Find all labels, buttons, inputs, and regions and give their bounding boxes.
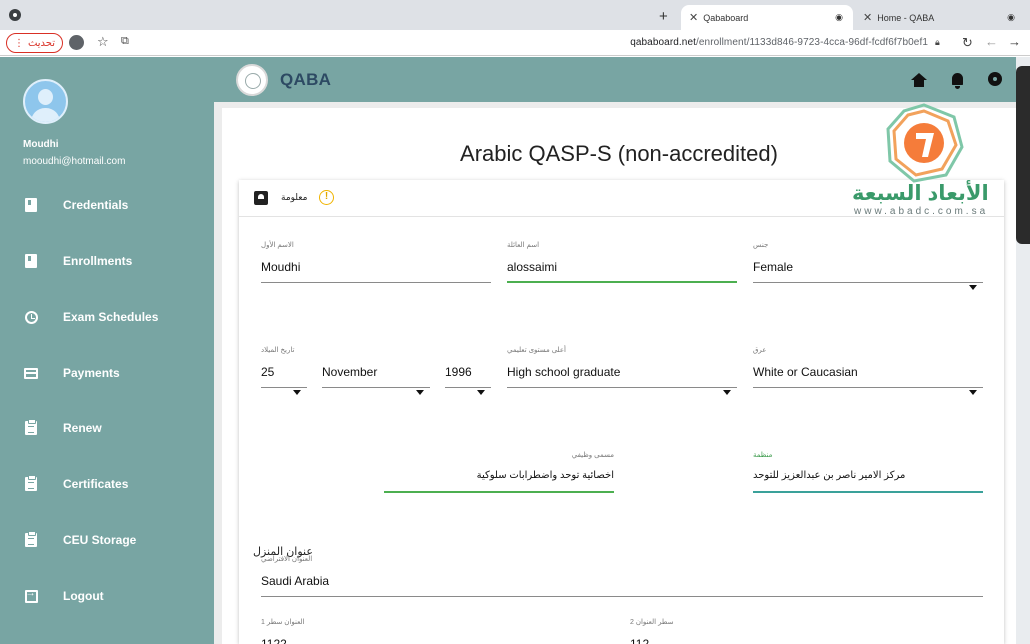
- sidebar-item-label: Renew: [63, 421, 102, 435]
- sidebar-item-certificates[interactable]: Certificates: [0, 466, 214, 502]
- app-title[interactable]: QABA: [280, 70, 331, 90]
- field-value: Female: [753, 260, 794, 274]
- warning-icon[interactable]: !: [319, 190, 334, 205]
- document-icon: [24, 254, 38, 268]
- update-label: تحديث: [27, 37, 56, 49]
- url-domain: qababoard.net: [630, 37, 696, 48]
- field-label: منظمة: [753, 452, 773, 459]
- field-value: alossaimi: [507, 260, 558, 274]
- back-icon[interactable]: →: [1008, 34, 1021, 49]
- field-value: 1122: [261, 637, 287, 644]
- field-value: Moudhi: [261, 260, 301, 274]
- field-value: 25: [261, 365, 275, 379]
- enrollment-form-card: معلومة ! الاسم الأول Moudhi اسم العائلة …: [239, 180, 1004, 644]
- browser-tab-qababoard[interactable]: ✕ Qababoard ◉: [681, 5, 853, 30]
- dropdown-arrow-icon[interactable]: [293, 390, 301, 395]
- field-label: العنوان سطر 1: [261, 619, 305, 626]
- update-button[interactable]: ⋮ تحديث: [6, 33, 63, 53]
- field-label: تاريخ الميلاد: [261, 347, 295, 354]
- sidebar-item-label: Credentials: [63, 198, 129, 212]
- credit-card-icon: [24, 366, 38, 380]
- field-label: عرق: [753, 347, 767, 354]
- url-path: /enrollment/1133d846-9723-4cca-96df-fcdf…: [696, 37, 928, 48]
- sidebar-item-ceu-storage[interactable]: CEU Storage: [0, 522, 214, 558]
- contact-card-icon: [254, 191, 268, 205]
- clipboard-icon: [24, 419, 38, 435]
- card-header-label: معلومة: [281, 192, 308, 202]
- sidebar-item-renew[interactable]: Renew: [0, 410, 214, 446]
- address-bar: ⋮ تحديث ☆ ⧉ qababoard.net/enrollment/113…: [0, 30, 1030, 56]
- dropdown-arrow-icon[interactable]: [969, 285, 977, 290]
- browser-tab-home-qaba[interactable]: ✕ Home - QABA ◉: [855, 5, 1025, 30]
- sidebar-item-payments[interactable]: Payments: [0, 355, 214, 391]
- field-value: اخصائية توحد واضطرابات سلوكية: [476, 470, 614, 481]
- bookmark-star-icon[interactable]: ☆: [97, 34, 109, 50]
- record-icon[interactable]: [9, 9, 21, 21]
- side-overlay-panel: [1016, 66, 1030, 244]
- tab-title: Home - QABA: [877, 12, 935, 23]
- audio-icon[interactable]: ◉: [1007, 12, 1015, 23]
- field-value: 112: [630, 637, 650, 644]
- qaba-logo[interactable]: [236, 64, 268, 96]
- field-value: November: [322, 365, 378, 379]
- avatar: [23, 79, 68, 124]
- document-icon: [24, 198, 38, 212]
- user-email: mooudhi@hotmail.com: [23, 156, 126, 167]
- sidebar-item-label: Exam Schedules: [63, 310, 159, 324]
- sidebar-item-label: Certificates: [63, 477, 129, 491]
- field-label: جنس: [753, 242, 769, 249]
- field-label: مسمى وظيفي: [571, 452, 614, 459]
- sidebar: Moudhi mooudhi@hotmail.com Credentials E…: [0, 57, 214, 644]
- field-value: Saudi Arabia: [261, 574, 330, 588]
- dropdown-arrow-icon[interactable]: [969, 390, 977, 395]
- dropdown-arrow-icon[interactable]: [416, 390, 424, 395]
- bell-icon[interactable]: [948, 70, 966, 89]
- field-label: الاسم الأول: [261, 242, 294, 249]
- forward-icon[interactable]: ←: [985, 34, 998, 49]
- app-bar: QABA: [214, 57, 1016, 102]
- sidebar-item-label: CEU Storage: [63, 533, 137, 547]
- abadc-watermark-logo: [886, 103, 964, 183]
- user-name: Moudhi: [23, 139, 59, 150]
- browser-tab-bar: + ✕ Qababoard ◉ ✕ Home - QABA ◉: [0, 0, 1030, 30]
- audio-icon[interactable]: ◉: [835, 12, 843, 23]
- field-value: مركز الامير ناصر بن عبدالعزيز للتوحد: [753, 470, 906, 481]
- clipboard-icon: [24, 475, 38, 491]
- field-label: العنوان الافتراضي: [261, 556, 313, 563]
- sidebar-item-label: Logout: [63, 589, 104, 603]
- sidebar-item-logout[interactable]: Logout: [0, 578, 214, 614]
- field-value: High school graduate: [507, 365, 621, 379]
- tab-title: Qababoard: [703, 12, 749, 23]
- dropdown-arrow-icon[interactable]: [477, 390, 485, 395]
- watermark-url: www.abadc.com.sa: [854, 206, 989, 217]
- field-value: White or Caucasian: [753, 365, 858, 379]
- clipboard-icon: [24, 531, 38, 547]
- sidebar-item-enrollments[interactable]: Enrollments: [0, 243, 214, 279]
- gear-icon[interactable]: [986, 70, 1004, 88]
- field-label: أعلى مستوى تعليمي: [507, 347, 567, 354]
- close-tab-icon[interactable]: ✕: [689, 11, 698, 24]
- profile-icon[interactable]: [69, 35, 84, 50]
- home-icon[interactable]: [910, 70, 928, 88]
- sidebar-item-label: Enrollments: [63, 254, 133, 268]
- field-label: اسم العائلة: [507, 242, 540, 249]
- field-label: سطر العنوان 2: [630, 619, 674, 626]
- sidebar-item-exam-schedules[interactable]: Exam Schedules: [0, 299, 214, 335]
- reload-icon[interactable]: ↻: [962, 35, 973, 51]
- new-tab-icon[interactable]: +: [659, 8, 668, 25]
- clock-icon: [24, 310, 38, 324]
- lock-icon[interactable]: 🔒︎: [935, 37, 940, 48]
- sidebar-item-label: Payments: [63, 366, 120, 380]
- watermark-arabic-text: الأبعاد السبعة: [852, 182, 989, 205]
- field-value: 1996: [445, 365, 472, 379]
- extensions-icon[interactable]: ⧉: [121, 35, 129, 48]
- close-tab-icon[interactable]: ✕: [863, 11, 872, 24]
- exit-icon: [24, 588, 38, 603]
- sidebar-item-credentials[interactable]: Credentials: [0, 187, 214, 223]
- url-field[interactable]: qababoard.net/enrollment/1133d846-9723-4…: [630, 37, 928, 48]
- more-icon: ⋮: [13, 37, 24, 49]
- dropdown-arrow-icon[interactable]: [723, 390, 731, 395]
